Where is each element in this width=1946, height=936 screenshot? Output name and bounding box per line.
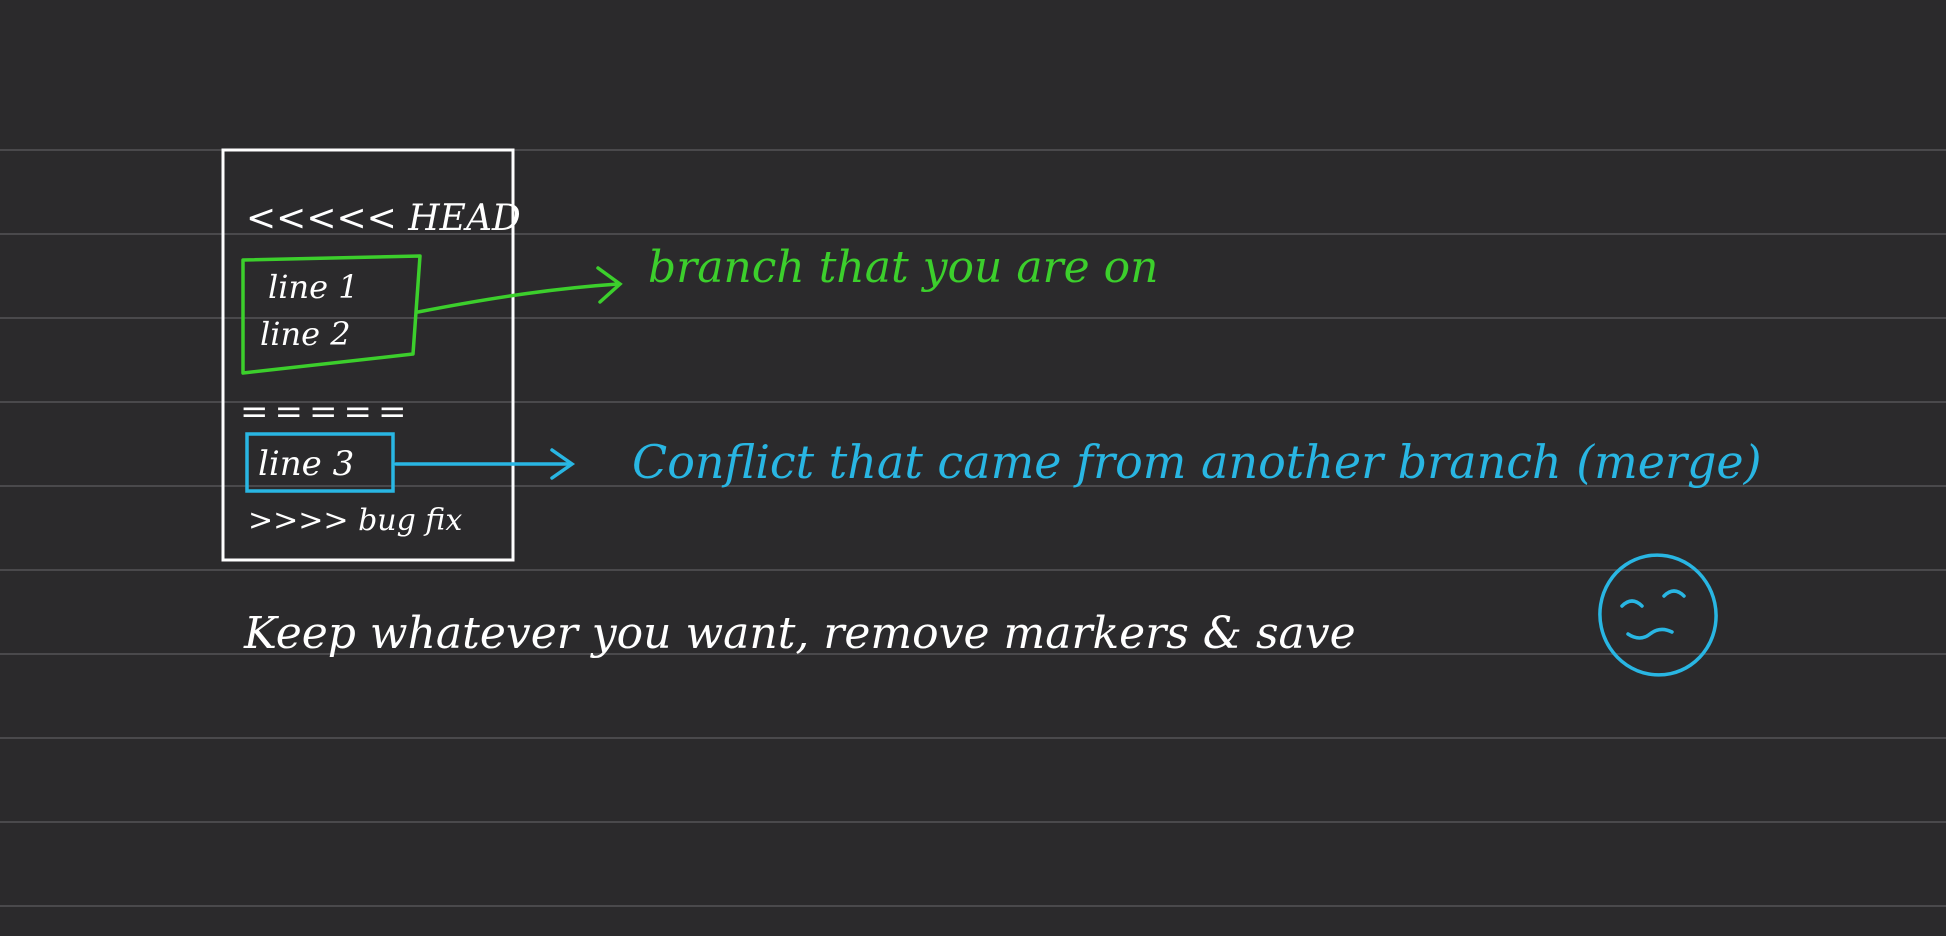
current-branch-annotation: branch that you are on (648, 242, 1158, 293)
current-line-1: line 1 (268, 268, 359, 306)
whiteboard-canvas: <<<<< HEAD line 1 line 2 ===== line 3 >>… (0, 148, 1946, 907)
current-arrow (416, 266, 623, 314)
resolution-instruction: Keep whatever you want, remove markers &… (243, 608, 1356, 659)
current-line-2: line 2 (260, 315, 351, 353)
incoming-arrow (394, 448, 576, 480)
end-marker: >>>> bug fix (248, 503, 462, 538)
smiling-face-icon (1598, 553, 1718, 677)
separator-marker: ===== (240, 392, 412, 432)
incoming-line-1: line 3 (258, 444, 354, 484)
incoming-branch-annotation: Conflict that came from another branch (… (632, 435, 1762, 489)
head-marker: <<<<< HEAD (246, 198, 521, 239)
